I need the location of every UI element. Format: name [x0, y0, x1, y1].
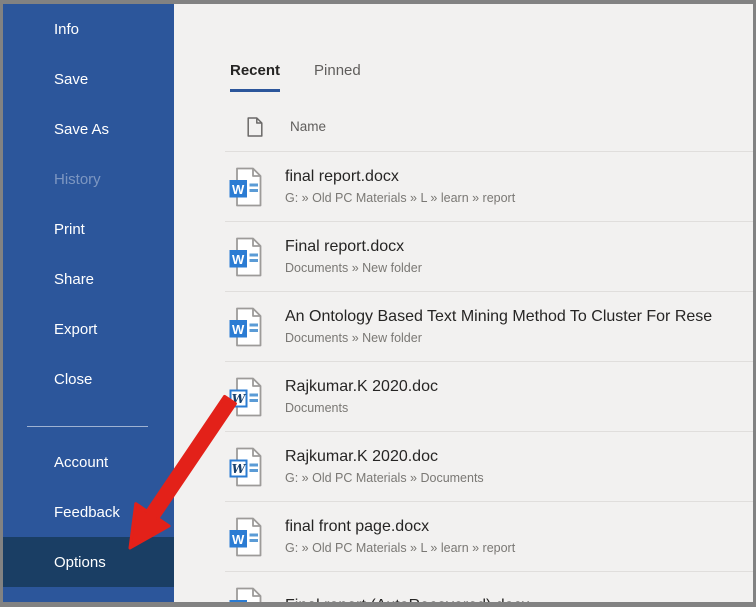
svg-text:W: W	[232, 602, 245, 603]
sidebar-bottom-group: Account Feedback Options	[3, 437, 174, 587]
recent-files-panel: Recent Pinned Name W final report.docx G…	[174, 4, 753, 602]
sidebar-item-save[interactable]: Save	[3, 54, 174, 104]
word-doc-legacy-icon: W	[228, 377, 262, 417]
file-name: Final report.docx	[285, 238, 405, 255]
svg-text:W: W	[232, 182, 245, 197]
file-path: G: » Old PC Materials » L » learn » repo…	[285, 191, 516, 205]
file-row[interactable]: W final front page.docx G: » Old PC Mate…	[225, 502, 753, 572]
file-row[interactable]: W Rajkumar.K 2020.doc G: » Old PC Materi…	[225, 432, 753, 502]
svg-text:W: W	[232, 322, 245, 337]
file-name: Rajkumar.K 2020.doc	[285, 448, 438, 465]
sidebar-item-print[interactable]: Print	[3, 204, 174, 254]
sidebar-item-options[interactable]: Options	[3, 537, 174, 587]
file-row[interactable]: W Rajkumar.K 2020.doc Documents	[225, 362, 753, 432]
sidebar-item-feedback[interactable]: Feedback	[3, 487, 174, 537]
word-docx-icon: W	[228, 517, 262, 557]
recent-file-list: W final report.docx G: » Old PC Material…	[225, 151, 753, 602]
sidebar-item-info[interactable]: Info	[3, 4, 174, 54]
svg-text:W: W	[232, 532, 245, 547]
file-list-header: Name	[247, 117, 326, 137]
sidebar-item-account[interactable]: Account	[3, 437, 174, 487]
sidebar-item-export[interactable]: Export	[3, 304, 174, 354]
recent-pinned-tabs: Recent Pinned	[230, 61, 361, 92]
file-path: G: » Old PC Materials » Documents	[285, 471, 484, 485]
word-doc-legacy-icon: W	[228, 447, 262, 487]
sidebar-item-close[interactable]: Close	[3, 354, 174, 404]
tab-recent[interactable]: Recent	[230, 61, 281, 92]
document-icon	[247, 117, 263, 137]
word-docx-icon: W	[228, 587, 262, 603]
sidebar-divider	[27, 426, 148, 427]
word-docx-icon: W	[228, 307, 262, 347]
sidebar-item-history: History	[54, 170, 101, 188]
word-docx-icon: W	[228, 167, 262, 207]
file-row[interactable]: W Final report (AutoRecovered).docx	[225, 572, 753, 602]
word-docx-icon: W	[228, 237, 262, 277]
file-path: Documents » New folder	[285, 331, 422, 345]
file-name: An Ontology Based Text Mining Method To …	[285, 308, 713, 325]
svg-text:W: W	[232, 392, 247, 406]
svg-text:W: W	[232, 462, 247, 476]
file-path: Documents » New folder	[285, 261, 422, 275]
backstage-sidebar: Info Save Save As History Print Share Export Cl…	[3, 4, 174, 602]
name-column-header: Name	[290, 119, 327, 134]
file-name: Rajkumar.K 2020.doc	[285, 378, 438, 395]
file-name: final front page.docx	[285, 518, 430, 535]
file-name: Final report (AutoRecovered).docx	[285, 595, 753, 602]
sidebar-item-share[interactable]: Share	[3, 254, 174, 304]
file-path: Documents	[285, 401, 349, 415]
sidebar-top-group: Info Save Save As History Print Share Export Cl…	[3, 4, 174, 404]
sidebar-item-save-as[interactable]: Save As	[3, 104, 174, 154]
tab-pinned[interactable]: Pinned	[314, 61, 361, 92]
file-row[interactable]: W Final report.docx Documents » New fold…	[225, 222, 753, 292]
file-row[interactable]: W final report.docx G: » Old PC Material…	[225, 152, 753, 222]
file-row[interactable]: W An Ontology Based Text Mining Method T…	[225, 292, 753, 362]
file-path: G: » Old PC Materials » L » learn » repo…	[285, 541, 516, 555]
word-backstage-view: Info Save Save As History Print Share Export Cl…	[0, 0, 756, 607]
file-name: final report.docx	[285, 168, 399, 185]
svg-text:W: W	[232, 252, 245, 267]
